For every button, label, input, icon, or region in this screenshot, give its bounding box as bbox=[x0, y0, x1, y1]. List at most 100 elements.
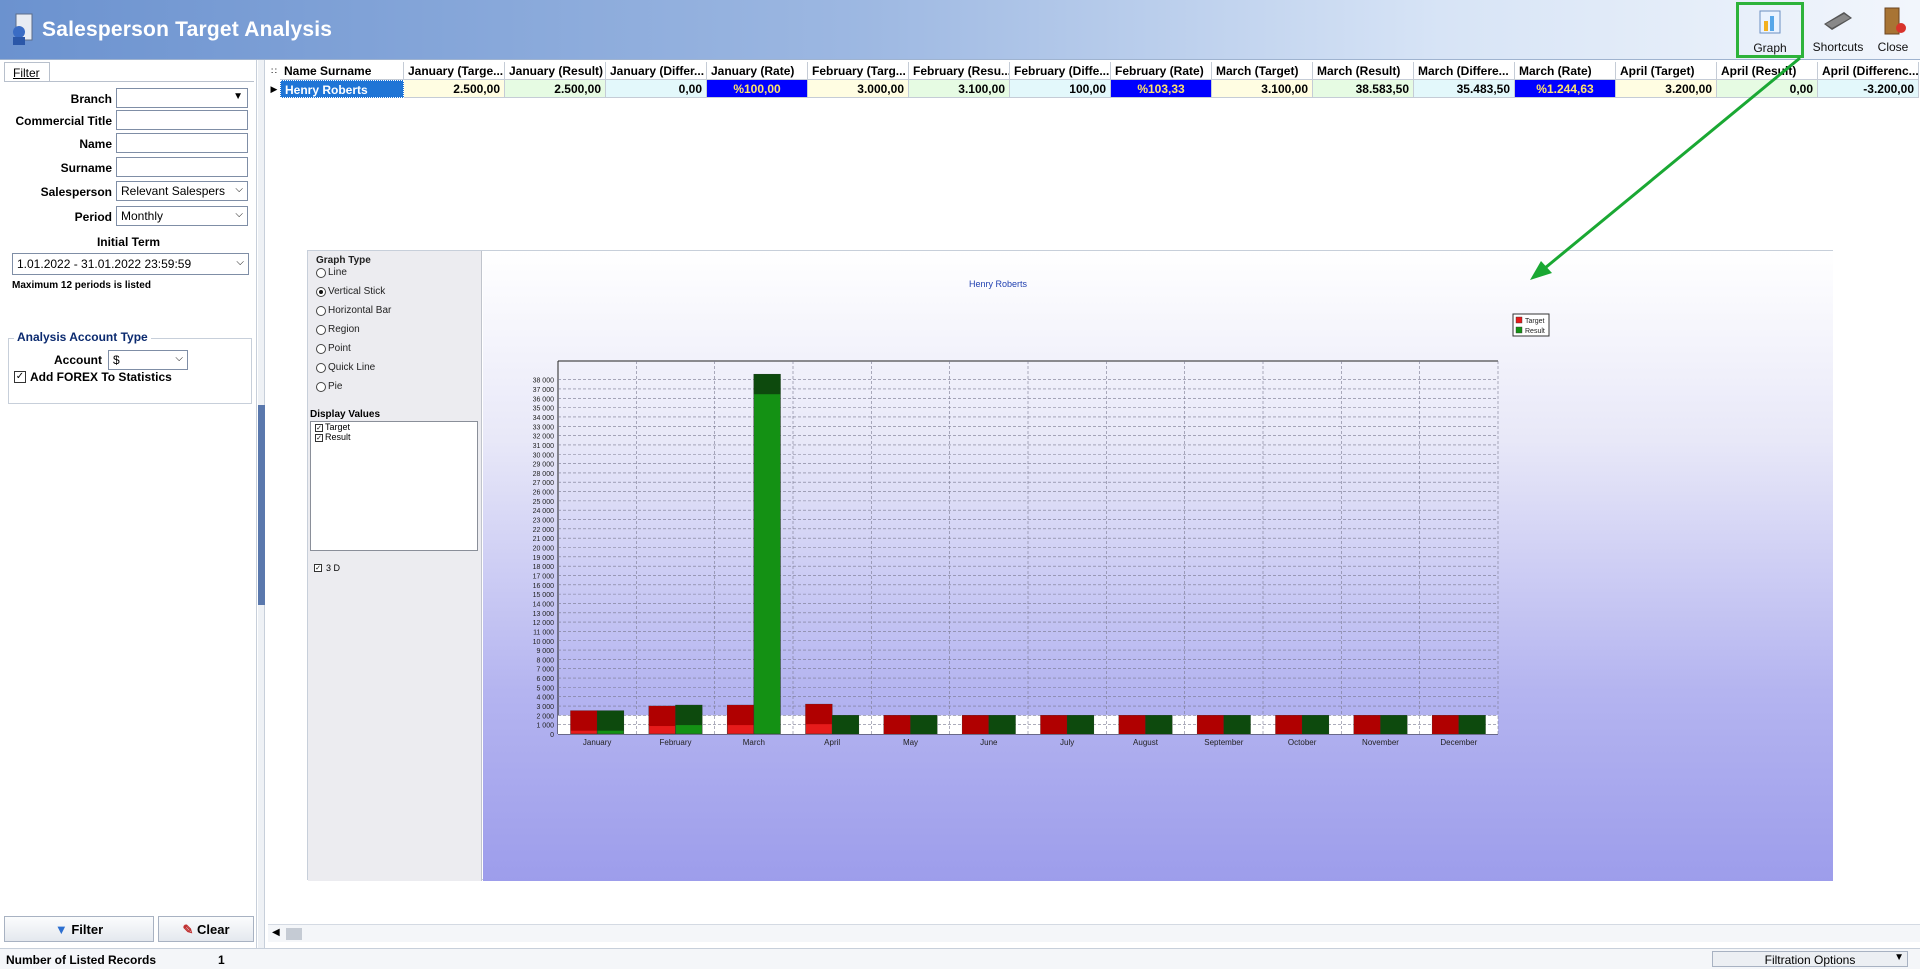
splitter-grip[interactable] bbox=[258, 405, 265, 605]
table-cell[interactable]: 2.500,00 bbox=[404, 80, 505, 98]
branch-row: Branch ▼ bbox=[0, 88, 257, 108]
analysis-account-title: Analysis Account Type bbox=[14, 330, 151, 344]
graph-type-label: Line bbox=[328, 267, 347, 278]
filtration-options-dropdown[interactable]: Filtration Options ▼ bbox=[1712, 951, 1908, 967]
period-select[interactable]: Monthly ⌵ bbox=[116, 206, 248, 226]
graph-type-radio[interactable] bbox=[316, 268, 326, 278]
clear-button[interactable]: ✎ Clear bbox=[158, 916, 254, 942]
table-cell[interactable]: 0,00 bbox=[606, 80, 707, 98]
target-bar-top bbox=[962, 715, 989, 734]
chevron-down-icon: ⌵ bbox=[235, 209, 243, 220]
y-tick-label: 16 000 bbox=[533, 583, 555, 590]
scroll-left-icon[interactable]: ◀ bbox=[272, 927, 280, 938]
table-cell[interactable]: 2.500,00 bbox=[505, 80, 606, 98]
table-cell[interactable]: 3.100,00 bbox=[1212, 80, 1313, 98]
keyboard-icon bbox=[1824, 12, 1852, 30]
y-tick-label: 24 000 bbox=[533, 508, 555, 515]
column-header[interactable]: March (Differe... bbox=[1414, 62, 1515, 80]
column-header[interactable]: March (Rate) bbox=[1515, 62, 1616, 80]
shortcuts-button[interactable]: Shortcuts bbox=[1808, 4, 1868, 56]
table-cell[interactable]: %1.244,63 bbox=[1515, 80, 1616, 98]
column-header[interactable]: February (Rate) bbox=[1111, 62, 1212, 80]
surname-input[interactable] bbox=[116, 157, 248, 177]
table-cell[interactable]: 38.583,50 bbox=[1313, 80, 1414, 98]
graph-type-radio[interactable] bbox=[316, 287, 326, 297]
graph-type-radio[interactable] bbox=[316, 363, 326, 373]
branch-label: Branch bbox=[70, 92, 112, 106]
target-bar-top bbox=[727, 705, 754, 726]
graph-button[interactable]: Graph bbox=[1736, 2, 1804, 58]
table-cell[interactable]: 3.200,00 bbox=[1616, 80, 1717, 98]
panel-splitter[interactable] bbox=[258, 60, 265, 948]
account-select[interactable]: $ ⌵ bbox=[108, 350, 188, 370]
y-tick-label: 38 000 bbox=[533, 378, 555, 385]
result-bar-top bbox=[910, 715, 938, 734]
commercial-title-input[interactable] bbox=[116, 110, 248, 130]
x-tick-label: June bbox=[980, 738, 998, 747]
graph-type-radio[interactable] bbox=[316, 306, 326, 316]
x-tick-label: May bbox=[903, 738, 918, 747]
result-bar-top bbox=[1067, 715, 1094, 734]
table-cell[interactable]: %100,00 bbox=[707, 80, 808, 98]
column-header[interactable]: March (Result) bbox=[1313, 62, 1414, 80]
table-cell[interactable]: 100,00 bbox=[1010, 80, 1111, 98]
y-tick-label: 32 000 bbox=[533, 434, 555, 441]
table-cell[interactable]: 0,00 bbox=[1717, 80, 1818, 98]
table-cell[interactable]: 35.483,50 bbox=[1414, 80, 1515, 98]
result-bar bbox=[753, 373, 781, 735]
column-header[interactable]: March (Target) bbox=[1212, 62, 1313, 80]
column-header[interactable]: February (Resu... bbox=[909, 62, 1010, 80]
column-header[interactable]: January (Result) bbox=[505, 62, 606, 80]
table-cell[interactable]: Henry Roberts bbox=[280, 80, 404, 98]
display-value-checkbox[interactable]: ✓ bbox=[315, 424, 323, 432]
column-header[interactable]: Name Surname bbox=[280, 62, 404, 80]
target-bar-top bbox=[1040, 715, 1068, 734]
column-header[interactable]: April (Result) bbox=[1717, 62, 1818, 80]
filter-button[interactable]: ▼ Filter bbox=[4, 916, 154, 942]
tab-filter[interactable]: Filter bbox=[4, 62, 50, 82]
graph-button-label: Graph bbox=[1753, 41, 1787, 55]
initial-term-select[interactable]: 1.01.2022 - 31.01.2022 23:59:59 ⌵ bbox=[12, 253, 249, 275]
chevron-down-icon: ⌵ bbox=[235, 184, 243, 195]
column-header[interactable]: January (Differ... bbox=[606, 62, 707, 80]
salesperson-app-icon bbox=[13, 13, 33, 45]
name-input[interactable] bbox=[116, 133, 248, 153]
salesperson-row: Salesperson Relevant Salespers ⌵ bbox=[0, 181, 257, 201]
close-button-label: Close bbox=[1877, 40, 1909, 54]
y-tick-label: 26 000 bbox=[533, 490, 555, 497]
column-header[interactable]: April (Differenc... bbox=[1818, 62, 1919, 80]
result-bar-top bbox=[1302, 715, 1329, 734]
period-row: Period Monthly ⌵ bbox=[0, 206, 257, 226]
chevron-down-icon: ▼ bbox=[1894, 952, 1904, 963]
table-cell[interactable]: 3.100,00 bbox=[909, 80, 1010, 98]
column-header[interactable]: February (Targ... bbox=[808, 62, 909, 80]
branch-select[interactable]: ▼ bbox=[116, 88, 248, 108]
three-d-checkbox[interactable]: ✓ bbox=[314, 564, 322, 572]
commercial-title-label: Commercial Title bbox=[15, 114, 112, 128]
filter-panel: Filter Branch ▼ Commercial Title Name Su… bbox=[0, 60, 257, 948]
table-cell[interactable]: %103,33 bbox=[1111, 80, 1212, 98]
shortcuts-button-label: Shortcuts bbox=[1812, 40, 1864, 54]
y-tick-label: 12 000 bbox=[533, 620, 555, 627]
column-header[interactable]: February (Diffe... bbox=[1010, 62, 1111, 80]
graph-options-panel: Graph Type Line Vertical Stick Horizontal … bbox=[308, 251, 482, 881]
result-bar-top bbox=[1223, 715, 1251, 734]
salesperson-select[interactable]: Relevant Salespers ⌵ bbox=[116, 181, 248, 201]
chevron-down-icon: ⌵ bbox=[236, 257, 244, 268]
graph-type-radio[interactable] bbox=[316, 325, 326, 335]
graph-type-radio[interactable] bbox=[316, 382, 326, 392]
scroll-thumb[interactable] bbox=[286, 928, 302, 940]
graph-type-radio[interactable] bbox=[316, 344, 326, 354]
horizontal-scrollbar[interactable]: ◀ bbox=[268, 924, 1920, 942]
column-header[interactable]: January (Targe... bbox=[404, 62, 505, 80]
forex-checkbox[interactable]: ✓ bbox=[14, 371, 26, 383]
y-tick-label: 21 000 bbox=[533, 536, 555, 543]
graph-type-label: Horizontal Bar bbox=[328, 305, 392, 316]
column-header[interactable]: January (Rate) bbox=[707, 62, 808, 80]
table-cell[interactable]: -3.200,00 bbox=[1818, 80, 1919, 98]
y-tick-label: 10 000 bbox=[533, 639, 555, 646]
table-cell[interactable]: 3.000,00 bbox=[808, 80, 909, 98]
close-button[interactable]: Close bbox=[1870, 4, 1916, 56]
display-value-checkbox[interactable]: ✓ bbox=[315, 434, 323, 442]
column-header[interactable]: April (Target) bbox=[1616, 62, 1717, 80]
